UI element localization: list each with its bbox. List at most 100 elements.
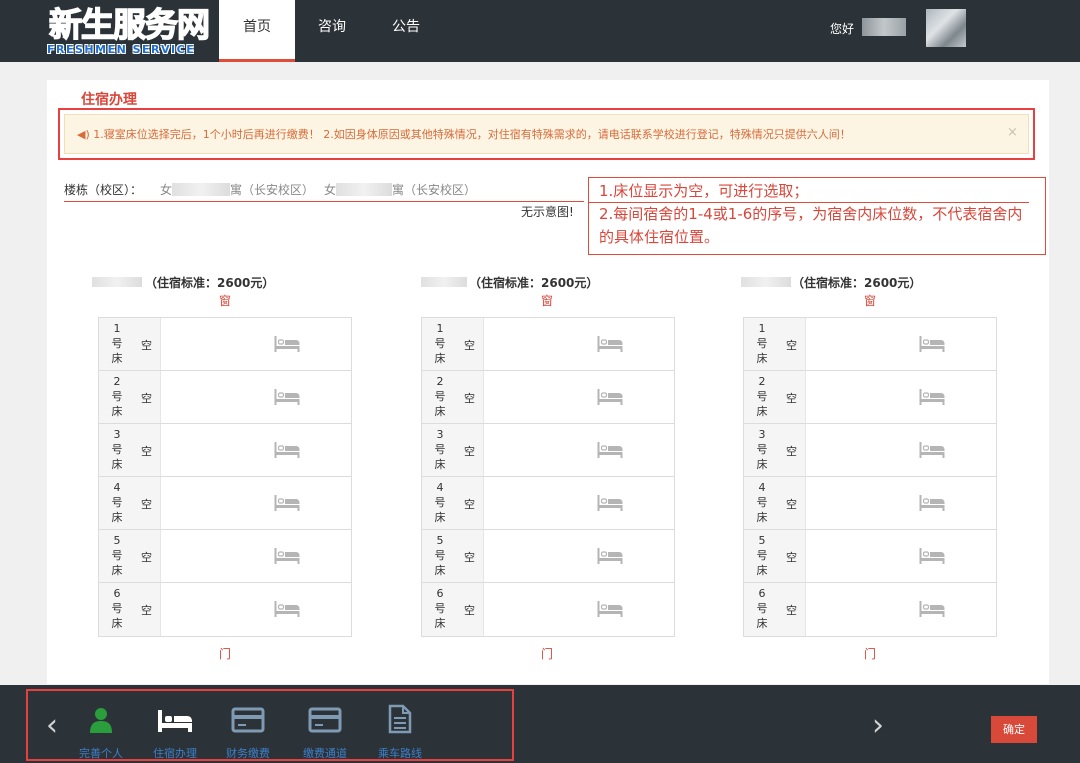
bed-icon (597, 442, 623, 458)
main-nav: 首页 咨询 公告 (219, 0, 443, 62)
bed-number: 5号床 (434, 534, 446, 577)
menu-bus-route[interactable]: 乘车路线 (365, 700, 435, 760)
bed-select-cell[interactable] (161, 477, 351, 529)
tab-home[interactable]: 首页 (219, 0, 295, 62)
bed-number: 3号床 (756, 428, 768, 471)
bed-select-cell[interactable] (161, 318, 351, 370)
bed-row[interactable]: 1号床 空 (744, 318, 996, 371)
bed-label-cell: 5号床 空 (744, 530, 806, 582)
bed-row[interactable]: 2号床 空 (422, 371, 674, 424)
bed-select-cell[interactable] (484, 530, 674, 582)
bed-icon (597, 389, 623, 405)
menu-accommodation[interactable]: 住宿办理 (140, 700, 210, 760)
bed-status: 空 (464, 339, 475, 352)
bed-select-cell[interactable] (484, 583, 674, 636)
avatar[interactable] (926, 9, 966, 47)
bed-number: 2号床 (111, 375, 123, 418)
bed-select-cell[interactable] (806, 530, 996, 582)
bed-row[interactable]: 1号床 空 (422, 318, 674, 371)
bed-select-cell[interactable] (161, 583, 351, 636)
room-name-redacted (741, 277, 791, 287)
site-logo[interactable]: 新生服务网 FRESHMEN SERVICE (45, 5, 213, 58)
tab-announcement[interactable]: 公告 (369, 0, 443, 62)
bed-row[interactable]: 5号床 空 (422, 530, 674, 583)
room-3-bed-table: 1号床空2号床空3号床空4号床空5号床空6号床空 (743, 317, 997, 637)
bed-label-cell: 3号床 空 (422, 424, 484, 476)
bed-number: 4号床 (756, 481, 768, 524)
logo-subtitle: FRESHMEN SERVICE (47, 43, 196, 56)
no-image-text: 无示意图! (521, 205, 574, 219)
bed-icon (274, 336, 300, 352)
building-selector: 楼栋（校区）： 女寓（长安校区） 女寓（长安校区） (64, 180, 584, 202)
bed-select-cell[interactable] (484, 477, 674, 529)
bed-number: 2号床 (756, 375, 768, 418)
bed-icon (919, 495, 945, 511)
menu-label: 住宿办理 (153, 747, 197, 760)
bed-status: 空 (141, 339, 152, 352)
room-name-redacted (92, 277, 142, 287)
close-icon[interactable]: × (1007, 125, 1018, 140)
bed-row[interactable]: 3号床 空 (422, 424, 674, 477)
bed-row[interactable]: 2号床 空 (744, 371, 996, 424)
bed-select-cell[interactable] (806, 477, 996, 529)
bed-row[interactable]: 5号床 空 (99, 530, 351, 583)
bed-number: 1号床 (111, 322, 123, 365)
bed-select-cell[interactable] (161, 371, 351, 423)
bed-number: 4号床 (111, 481, 123, 524)
bed-select-cell[interactable] (806, 583, 996, 636)
bed-status: 空 (464, 604, 475, 617)
bed-select-cell[interactable] (806, 318, 996, 370)
notice-banner: ◀) 1.寝室床位选择完后，1个小时后再进行缴费！ 2.如因身体原因或其他特殊情… (64, 114, 1029, 154)
bed-row[interactable]: 1号床 空 (99, 318, 351, 371)
bed-status: 空 (141, 498, 152, 511)
bed-row[interactable]: 6号床 空 (422, 583, 674, 636)
confirm-button[interactable]: 确定 (991, 716, 1037, 743)
bed-number: 1号床 (434, 322, 446, 365)
bed-select-cell[interactable] (806, 371, 996, 423)
bed-icon (597, 601, 623, 617)
chevron-left-icon[interactable]: ‹ (46, 708, 58, 744)
bed-label-cell: 3号床 空 (99, 424, 161, 476)
bed-row[interactable]: 3号床 空 (744, 424, 996, 477)
tab-consult[interactable]: 咨询 (295, 0, 369, 62)
bed-row[interactable]: 4号床 空 (99, 477, 351, 530)
menu-complete-profile[interactable]: 完善个人 (66, 700, 136, 760)
window-label: 窗 (541, 294, 554, 308)
chevron-right-icon[interactable]: › (872, 708, 884, 744)
bed-select-cell[interactable] (161, 530, 351, 582)
bed-select-cell[interactable] (806, 424, 996, 476)
bed-label-cell: 6号床 空 (744, 583, 806, 636)
card-icon (308, 707, 342, 733)
bed-select-cell[interactable] (161, 424, 351, 476)
bed-status: 空 (464, 498, 475, 511)
bed-icon (158, 710, 192, 732)
bed-number: 5号床 (756, 534, 768, 577)
bed-row[interactable]: 5号床 空 (744, 530, 996, 583)
bed-row[interactable]: 4号床 空 (422, 477, 674, 530)
room-1-bed-table: 1号床空2号床空3号床空4号床空5号床空6号床空 (98, 317, 352, 637)
bed-row[interactable]: 3号床 空 (99, 424, 351, 477)
bed-icon (274, 548, 300, 564)
bed-label-cell: 1号床 空 (99, 318, 161, 370)
bed-status: 空 (786, 604, 797, 617)
bed-status: 空 (141, 551, 152, 564)
bed-row[interactable]: 6号床 空 (99, 583, 351, 636)
bed-number: 2号床 (434, 375, 446, 418)
bed-select-cell[interactable] (484, 424, 674, 476)
menu-finance-payment[interactable]: 财务缴费 (213, 700, 283, 760)
bed-row[interactable]: 4号床 空 (744, 477, 996, 530)
building-option-1[interactable]: 女寓（长安校区） (160, 181, 314, 198)
bed-icon (597, 495, 623, 511)
bed-row[interactable]: 6号床 空 (744, 583, 996, 636)
user-name-redacted (862, 18, 906, 36)
annotation-callout: 1.床位显示为空，可进行选取； 2.每间宿舍的1-4或1-6的序号，为宿舍内床位… (588, 177, 1046, 255)
document-icon (388, 704, 412, 734)
bed-row[interactable]: 2号床 空 (99, 371, 351, 424)
bed-select-cell[interactable] (484, 371, 674, 423)
building-option-2[interactable]: 女寓（长安校区） (324, 181, 476, 198)
bed-select-cell[interactable] (484, 318, 674, 370)
bed-label-cell: 4号床 空 (422, 477, 484, 529)
room-standard: （住宿标准：2600元） (145, 276, 275, 290)
menu-payment-channel[interactable]: 缴费通道 (290, 700, 360, 760)
bed-icon (919, 548, 945, 564)
